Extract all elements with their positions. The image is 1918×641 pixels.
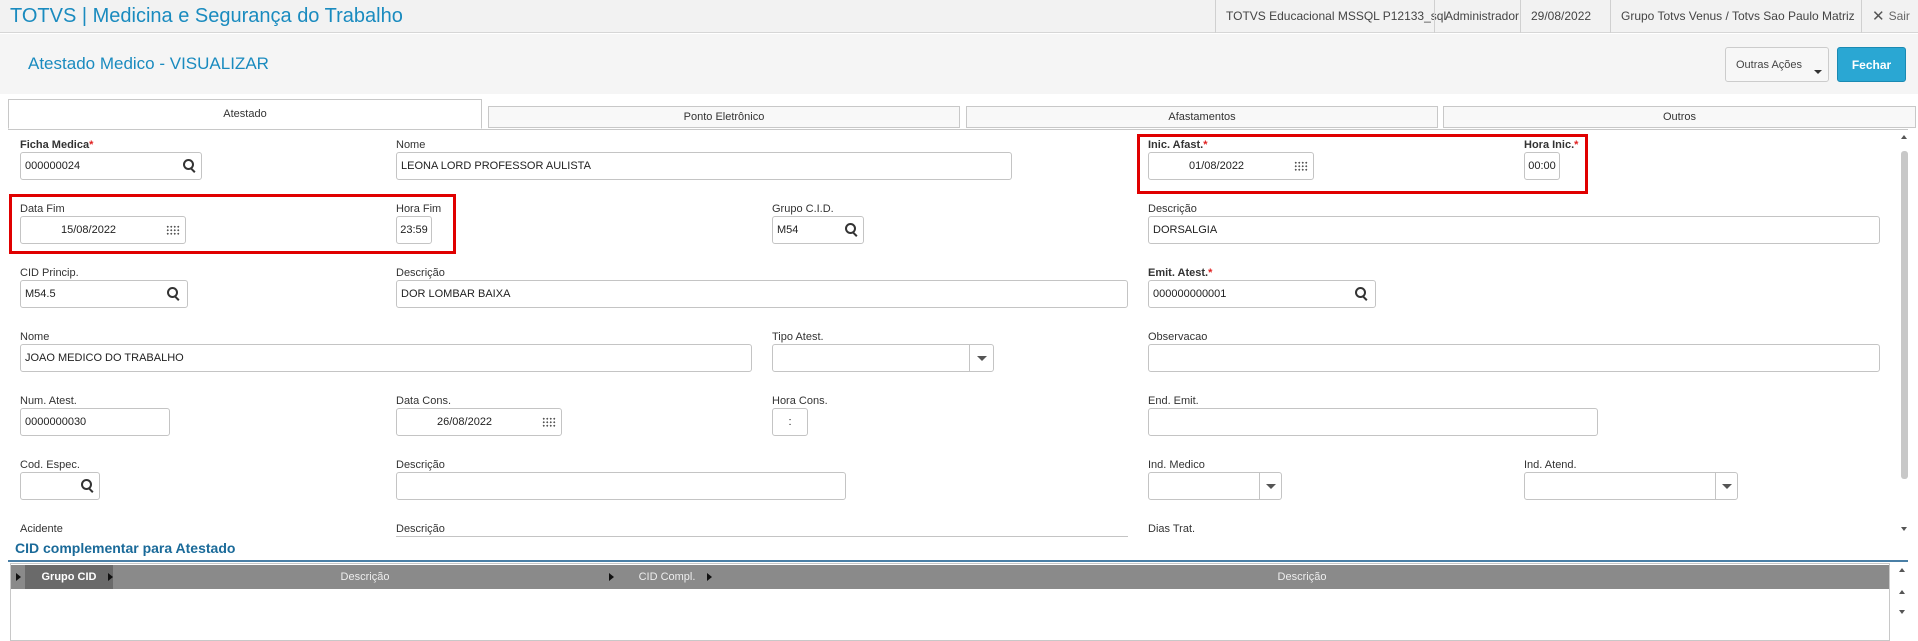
cod-espec-label: Cod. Espec. [20, 459, 80, 471]
cid-princip-label: CID Princip. [20, 267, 79, 279]
ind-medico-select[interactable] [1148, 472, 1282, 500]
environment-info[interactable]: TOTVS Educacional MSSQL P12133_sql [1215, 0, 1456, 33]
scroll-up-icon[interactable] [1901, 135, 1907, 139]
nome-label: Nome [396, 139, 426, 151]
column-header-descricao-compl[interactable]: Descrição [715, 565, 1889, 589]
num-atest-label: Num. Atest. [20, 395, 77, 407]
tab-atestado[interactable]: Atestado [8, 99, 482, 129]
cid-grid: Grupo CID Descrição CID Compl. Descrição [10, 563, 1890, 641]
sort-arrow-icon[interactable] [609, 573, 614, 581]
close-button[interactable]: Fechar [1837, 47, 1906, 82]
end-emit-input[interactable] [1148, 408, 1598, 436]
ind-atend-select[interactable] [1524, 472, 1738, 500]
descricao-espec-label: Descrição [396, 459, 445, 471]
tab-ponto-eletronico[interactable]: Ponto Eletrônico [488, 106, 960, 128]
cid-princip-input[interactable]: M54.5 [20, 280, 188, 308]
user-info[interactable]: Administrador [1434, 0, 1529, 33]
descricao-cid-label: Descrição [396, 267, 445, 279]
nome-medico-label: Nome [20, 331, 50, 343]
nome-medico-input[interactable]: JOAO MEDICO DO TRABALHO [20, 344, 752, 372]
ficha-medica-input[interactable]: 000000024 [20, 152, 202, 180]
scroll-up-icon[interactable] [1899, 568, 1905, 572]
grupo-cid-input[interactable]: M54 [772, 216, 864, 244]
tipo-atest-label: Tipo Atest. [772, 331, 824, 343]
date-info[interactable]: 29/08/2022 [1520, 0, 1601, 33]
descricao-acidente-label: Descrição [396, 523, 445, 535]
observacao-label: Observacao [1148, 331, 1208, 343]
grid-scrollbar[interactable] [1898, 565, 1908, 641]
other-actions-label: Outras Ações [1736, 58, 1803, 71]
exit-label: Sair [1888, 9, 1910, 23]
data-cons-label: Data Cons. [396, 395, 452, 407]
cod-espec-input[interactable] [20, 472, 100, 500]
descricao-acidente-input[interactable] [396, 536, 1128, 537]
calendar-icon[interactable] [542, 417, 556, 428]
num-atest-input[interactable]: 0000000030 [20, 408, 170, 436]
highlight-box-inicio [1137, 134, 1588, 194]
hora-cons-input[interactable]: : [772, 408, 808, 436]
search-icon[interactable] [167, 287, 181, 301]
search-icon[interactable] [81, 479, 95, 493]
chevron-down-icon [1266, 484, 1276, 489]
page-title: Atestado Medico - VISUALIZAR [28, 54, 269, 73]
tab-outros[interactable]: Outros [1443, 106, 1916, 128]
close-icon: ✕ [1872, 8, 1885, 25]
cid-section-title: CID complementar para Atestado [15, 540, 236, 556]
other-actions-button[interactable]: Outras Ações [1725, 47, 1829, 82]
search-icon[interactable] [845, 223, 859, 237]
ind-atend-label: Ind. Atend. [1524, 459, 1577, 471]
end-emit-label: End. Emit. [1148, 395, 1199, 407]
row-indicator-icon [16, 573, 21, 581]
search-icon[interactable] [183, 159, 197, 173]
app-title: TOTVS | Medicina e Segurança do Trabalho [10, 5, 403, 27]
column-header-descricao[interactable]: Descrição [115, 565, 615, 589]
ind-medico-label: Ind. Medico [1148, 459, 1205, 471]
exit-button[interactable]: ✕ Sair [1861, 0, 1910, 33]
tab-afastamentos[interactable]: Afastamentos [966, 106, 1438, 128]
hora-cons-label: Hora Cons. [772, 395, 828, 407]
section-divider [8, 560, 1908, 562]
chevron-down-icon [977, 356, 987, 361]
tipo-atest-select[interactable] [772, 344, 994, 372]
nome-input[interactable]: LEONA LORD PROFESSOR AULISTA [396, 152, 1012, 180]
ficha-medica-label: Ficha Medica* [20, 139, 94, 151]
page-header: Atestado Medico - VISUALIZAR Outras Açõe… [0, 34, 1918, 94]
column-header-cid-compl[interactable]: CID Compl. [617, 565, 717, 589]
company-info[interactable]: Grupo Totvs Venus / Totvs Sao Paulo Matr… [1610, 0, 1865, 33]
scroll-down-icon[interactable] [1899, 610, 1905, 614]
emit-atest-label: Emit. Atest.* [1148, 267, 1213, 279]
chevron-down-icon [1814, 70, 1822, 74]
highlight-box-fim [9, 194, 456, 254]
emit-atest-input[interactable]: 000000000001 [1148, 280, 1376, 308]
scroll-down-icon[interactable] [1901, 527, 1907, 531]
form-scrollbar[interactable] [1900, 133, 1910, 533]
descricao-cid-input[interactable]: DOR LOMBAR BAIXA [396, 280, 1128, 308]
search-icon[interactable] [1355, 287, 1369, 301]
data-cons-date-input[interactable]: 26/08/2022 [396, 408, 562, 436]
scroll-up-icon[interactable] [1899, 590, 1905, 594]
grid-header: Grupo CID Descrição CID Compl. Descrição [11, 565, 1889, 589]
descricao-grupo-input[interactable]: DORSALGIA [1148, 216, 1880, 244]
column-header-grupo-cid[interactable]: Grupo CID [25, 565, 113, 589]
descricao-grupo-label: Descrição [1148, 203, 1197, 215]
scroll-thumb[interactable] [1901, 151, 1908, 479]
observacao-input[interactable] [1148, 344, 1880, 372]
sort-arrow-icon[interactable] [707, 573, 712, 581]
sort-arrow-icon[interactable] [108, 573, 113, 581]
grupo-cid-label: Grupo C.I.D. [772, 203, 834, 215]
dias-trat-label: Dias Trat. [1148, 523, 1196, 535]
descricao-espec-input[interactable] [396, 472, 846, 500]
top-bar: TOTVS | Medicina e Segurança do Trabalho… [0, 0, 1918, 33]
chevron-down-icon [1722, 484, 1732, 489]
acidente-label: Acidente [20, 523, 63, 535]
